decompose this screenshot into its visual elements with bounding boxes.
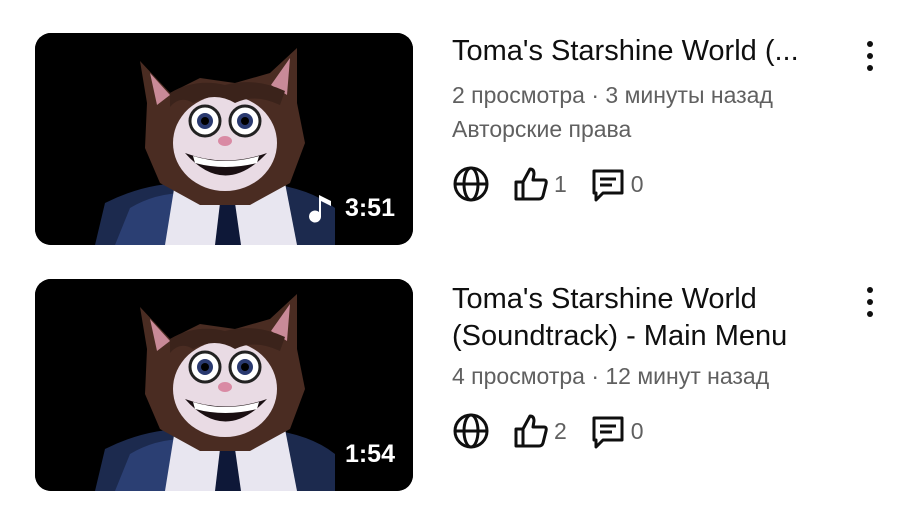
duration-text: 3:51 <box>344 193 395 222</box>
video-item[interactable]: 3:51 Toma's Starshine World (... 2 просм… <box>0 0 900 245</box>
comment-stat[interactable]: 0 <box>589 165 644 203</box>
video-meta: 2 просмотра · 3 минуты назад Авторские п… <box>452 78 872 146</box>
video-stats: 1 0 <box>452 164 872 204</box>
comment-count: 0 <box>630 417 644 444</box>
like-stat[interactable]: 1 <box>512 165 567 203</box>
like-count: 1 <box>554 170 567 197</box>
video-info: Toma's Starshine World (... 2 просмотра … <box>452 33 872 204</box>
view-count: 2 просмотра <box>452 82 585 108</box>
visibility-status[interactable] <box>452 165 490 203</box>
view-count: 4 просмотра <box>452 363 585 389</box>
music-note-icon <box>308 193 335 223</box>
comment-stat[interactable]: 0 <box>589 412 644 450</box>
thumbs-up-icon <box>514 414 548 448</box>
video-item[interactable]: 1:54 Toma's Starshine World (Soundtrack)… <box>0 248 900 491</box>
video-meta: 4 просмотра · 12 минут назад <box>452 359 872 393</box>
more-vert-icon[interactable] <box>860 287 880 317</box>
comment-icon <box>592 169 624 202</box>
video-thumbnail[interactable]: 3:51 <box>35 33 413 245</box>
duration-badge: 3:51 <box>308 193 395 223</box>
duration-text: 1:54 <box>344 440 395 468</box>
video-thumbnail[interactable]: 1:54 <box>35 279 413 491</box>
thumbs-up-icon <box>514 167 548 201</box>
upload-time: 12 минут назад <box>605 363 770 389</box>
more-vert-icon[interactable] <box>860 41 880 71</box>
upload-time: 3 минуты назад <box>605 82 773 108</box>
comment-icon <box>592 416 624 449</box>
visibility-status[interactable] <box>452 412 490 450</box>
video-stats: 2 0 <box>452 411 872 451</box>
video-title[interactable]: Toma's Starshine World (... <box>452 33 832 70</box>
duration-badge: 1:54 <box>345 440 395 469</box>
video-title[interactable]: Toma's Starshine World (Soundtrack) - Ma… <box>452 281 832 355</box>
like-count: 2 <box>554 417 567 444</box>
video-info: Toma's Starshine World (Soundtrack) - Ma… <box>452 281 872 451</box>
meta-separator: · <box>591 82 599 108</box>
copyright-notice[interactable]: Авторские права <box>452 112 872 146</box>
meta-separator: · <box>591 363 599 389</box>
globe-icon <box>453 413 489 449</box>
like-stat[interactable]: 2 <box>512 412 567 450</box>
comment-count: 0 <box>630 170 644 197</box>
globe-icon <box>453 166 489 202</box>
